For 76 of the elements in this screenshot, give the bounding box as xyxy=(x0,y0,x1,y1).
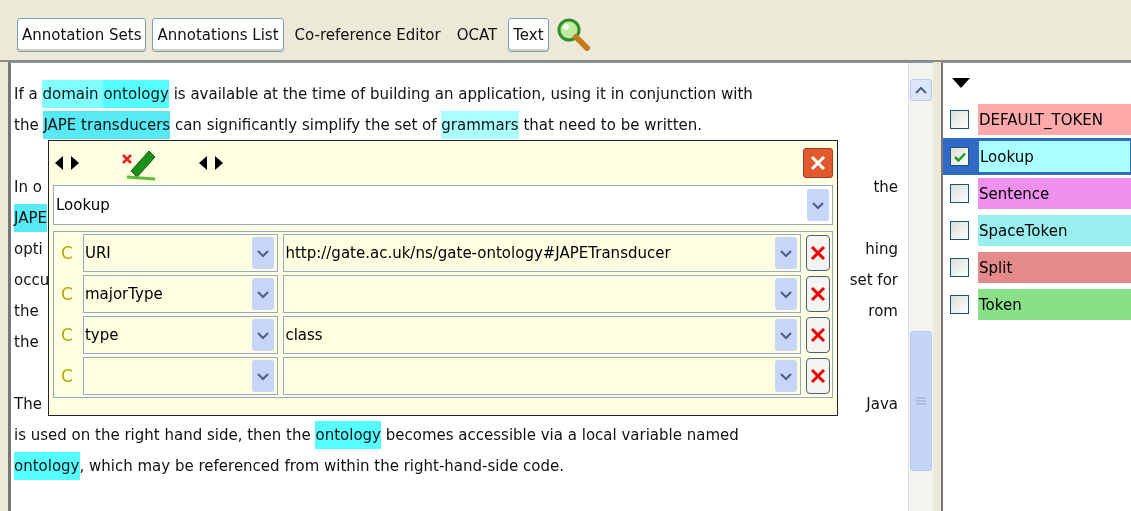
document-text: the xyxy=(14,331,39,353)
annotation-type-label: Lookup xyxy=(978,140,1131,173)
caret-icon xyxy=(779,289,794,299)
document-text: If a domain ontology is available at the time of building an application, using it in conjunction with xyxy=(14,79,753,108)
checkbox[interactable] xyxy=(950,258,969,277)
left-arrow-icon[interactable] xyxy=(55,156,63,170)
checkbox[interactable] xyxy=(950,221,969,240)
checkbox[interactable] xyxy=(950,110,969,129)
document-text: opti xyxy=(14,238,43,260)
close-button[interactable] xyxy=(803,148,833,178)
right-arrow-icon[interactable] xyxy=(215,156,223,170)
delete-icon xyxy=(810,286,826,302)
document-text: the JAPE transducers can significantly simplify the set of grammars that need to be written. xyxy=(14,110,703,139)
scrollbar[interactable] xyxy=(908,63,933,511)
checkbox[interactable] xyxy=(950,147,969,166)
caret-icon xyxy=(256,289,271,299)
delete-button[interactable] xyxy=(806,317,830,353)
caret-icon xyxy=(779,330,794,340)
feature-value-combo[interactable]: class xyxy=(283,316,802,354)
document-text: In o xyxy=(14,176,42,198)
annotation-type-label: Sentence xyxy=(978,178,1131,209)
delete-icon xyxy=(810,327,826,343)
annotation-type-row[interactable]: Sentence xyxy=(943,175,1131,212)
document-text: the xyxy=(873,176,898,198)
annotation-type-row[interactable]: SpaceToken xyxy=(943,212,1131,249)
checkbox[interactable] xyxy=(950,295,969,314)
delete-button[interactable] xyxy=(806,235,830,271)
delete-icon xyxy=(810,245,826,261)
annotation-type-combo[interactable]: Lookup xyxy=(53,185,833,225)
delete-button[interactable] xyxy=(806,276,830,312)
document-text: JAPE xyxy=(14,203,47,232)
close-icon xyxy=(809,154,827,172)
document-text: Java xyxy=(866,393,898,415)
annotation-type-row[interactable]: Token xyxy=(943,286,1131,323)
feature-name-combo[interactable]: majorType xyxy=(82,275,279,313)
document-text: the xyxy=(14,300,39,322)
document-text: is used on the right hand side, then the ontology becomes accessible via a local variable named xyxy=(14,420,739,449)
view-toggle-button[interactable]: Co-reference Editor xyxy=(289,18,446,52)
document-text: set for xyxy=(849,269,898,291)
annotation-type-label: DEFAULT_TOKEN xyxy=(978,104,1131,135)
checkbox[interactable] xyxy=(950,184,969,203)
document-text: The xyxy=(14,393,42,415)
feature-value-combo[interactable]: http://gate.ac.uk/ns/gate-ontology#JAPETransducer xyxy=(283,234,802,272)
view-toggle-button[interactable]: Text xyxy=(508,18,549,52)
annotation-type-row[interactable]: Split xyxy=(943,249,1131,286)
document-text: occu xyxy=(14,269,50,291)
feature-marker: C xyxy=(60,366,74,386)
caret-icon xyxy=(256,330,271,340)
annotation-type-label: SpaceToken xyxy=(978,215,1131,246)
feature-name-combo[interactable]: type xyxy=(82,316,279,354)
document-text: rom xyxy=(868,300,898,322)
annotation-type-label: Split xyxy=(978,252,1131,283)
caret-icon xyxy=(256,248,271,258)
feature-marker: C xyxy=(60,243,74,263)
annotation-type-label: Token xyxy=(978,289,1131,320)
scroll-thumb[interactable] xyxy=(910,331,932,471)
view-toggle-button[interactable]: Annotation Sets xyxy=(17,18,147,52)
delete-icon xyxy=(810,368,826,384)
annotation-type-row[interactable]: DEFAULT_TOKEN xyxy=(943,101,1131,138)
delete-button[interactable] xyxy=(806,358,830,394)
feature-marker: C xyxy=(60,284,74,304)
caret-icon xyxy=(811,200,825,210)
document-text: ontology, which may be referenced from within the right-hand-side code. xyxy=(14,451,564,480)
view-toggle-button[interactable]: Annotations List xyxy=(152,18,284,52)
caret-icon xyxy=(779,371,794,381)
collapse-triangle-icon[interactable] xyxy=(951,77,971,89)
caret-icon xyxy=(779,248,794,258)
left-arrow-icon[interactable] xyxy=(199,156,207,170)
annotation-type-row[interactable]: Lookup xyxy=(943,138,1131,175)
check-icon xyxy=(953,151,966,162)
right-arrow-icon[interactable] xyxy=(71,156,79,170)
feature-marker: C xyxy=(60,325,74,345)
feature-name-combo[interactable]: URI xyxy=(82,234,279,272)
document-text: hing xyxy=(865,238,898,260)
view-toggle-button[interactable]: OCAT xyxy=(451,18,503,52)
caret-icon xyxy=(256,371,271,381)
